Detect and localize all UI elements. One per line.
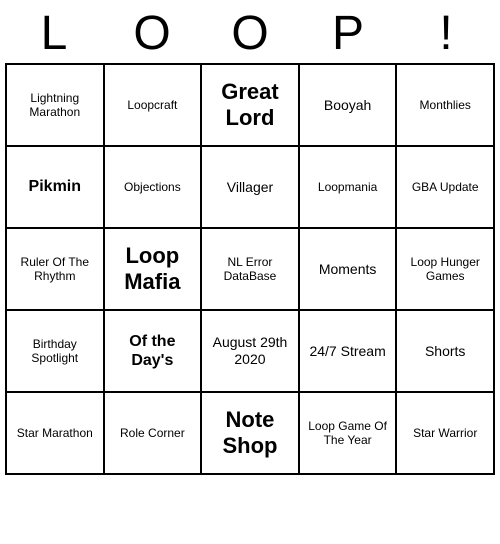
table-cell: Monthlies xyxy=(396,64,494,146)
table-row: Birthday SpotlightOf the Day'sAugust 29t… xyxy=(6,310,494,392)
table-cell: Note Shop xyxy=(201,392,299,474)
table-cell: NL Error DataBase xyxy=(201,228,299,310)
table-cell: Moments xyxy=(299,228,397,310)
table-cell: August 29th 2020 xyxy=(201,310,299,392)
table-row: Lightning MarathonLoopcraftGreat LordBoo… xyxy=(6,64,494,146)
table-cell: 24/7 Stream xyxy=(299,310,397,392)
table-row: Star MarathonRole CornerNote ShopLoop Ga… xyxy=(6,392,494,474)
table-cell: Star Warrior xyxy=(396,392,494,474)
table-cell: Lightning Marathon xyxy=(6,64,104,146)
table-cell: Role Corner xyxy=(104,392,202,474)
table-cell: Loopcraft xyxy=(104,64,202,146)
table-cell: Loop Game Of The Year xyxy=(299,392,397,474)
table-cell: Loopmania xyxy=(299,146,397,228)
table-cell: Loop Mafia xyxy=(104,228,202,310)
table-cell: Loop Hunger Games xyxy=(396,228,494,310)
table-cell: Booyah xyxy=(299,64,397,146)
table-cell: Star Marathon xyxy=(6,392,104,474)
header-letter: ! xyxy=(397,6,495,61)
table-cell: Great Lord xyxy=(201,64,299,146)
header-letter: O xyxy=(201,6,299,61)
bingo-header: LOOP! xyxy=(5,0,495,63)
table-cell: Objections xyxy=(104,146,202,228)
table-cell: GBA Update xyxy=(396,146,494,228)
bingo-grid: Lightning MarathonLoopcraftGreat LordBoo… xyxy=(5,63,495,475)
table-row: PikminObjectionsVillagerLoopmaniaGBA Upd… xyxy=(6,146,494,228)
table-row: Ruler Of The RhythmLoop MafiaNL Error Da… xyxy=(6,228,494,310)
table-cell: Pikmin xyxy=(6,146,104,228)
table-cell: Birthday Spotlight xyxy=(6,310,104,392)
header-letter: O xyxy=(103,6,201,61)
table-cell: Of the Day's xyxy=(104,310,202,392)
header-letter: L xyxy=(5,6,103,61)
table-cell: Ruler Of The Rhythm xyxy=(6,228,104,310)
header-letter: P xyxy=(299,6,397,61)
table-cell: Shorts xyxy=(396,310,494,392)
table-cell: Villager xyxy=(201,146,299,228)
